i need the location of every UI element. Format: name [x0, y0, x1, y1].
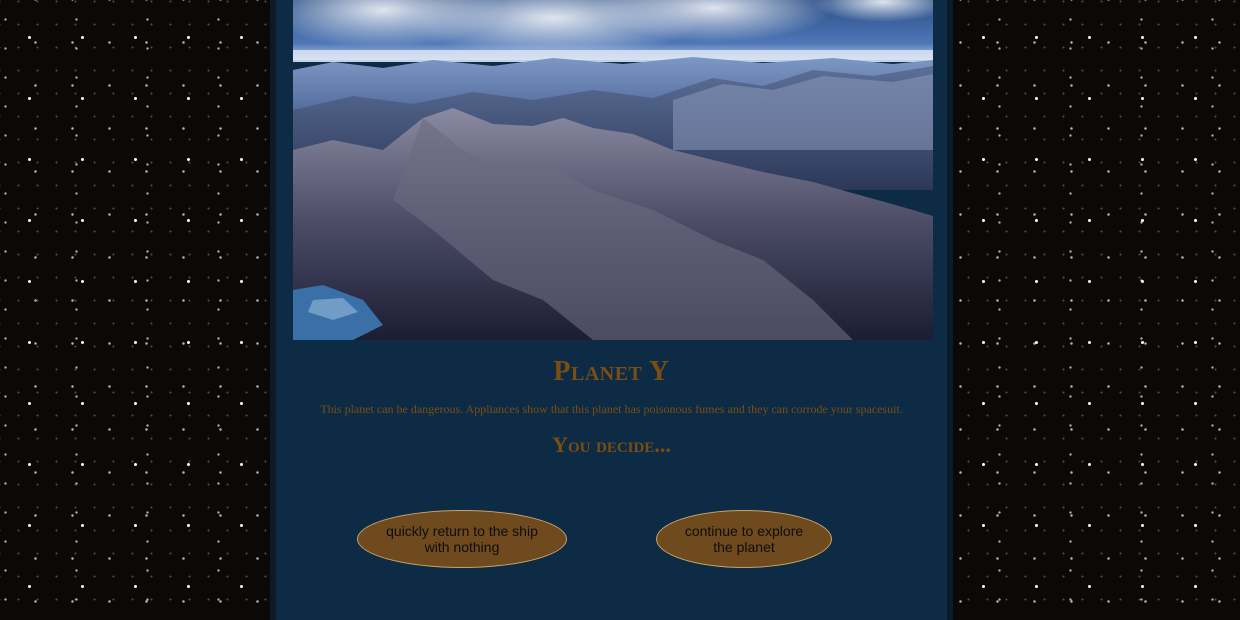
- planet-description: This planet can be dangerous. Appliances…: [320, 402, 903, 416]
- page-title: Planet Y: [553, 356, 670, 387]
- decision-prompt: You decide...: [552, 432, 671, 457]
- content-panel: Planet Y This planet can be dangerous. A…: [270, 0, 953, 620]
- explore-planet-label: continue to explore the planet: [684, 523, 804, 555]
- return-to-ship-label: quickly return to the ship with nothing: [386, 523, 538, 555]
- return-to-ship-button[interactable]: quickly return to the ship with nothing: [357, 510, 567, 568]
- planet-landscape-image: [293, 0, 933, 340]
- explore-planet-button[interactable]: continue to explore the planet: [656, 510, 832, 568]
